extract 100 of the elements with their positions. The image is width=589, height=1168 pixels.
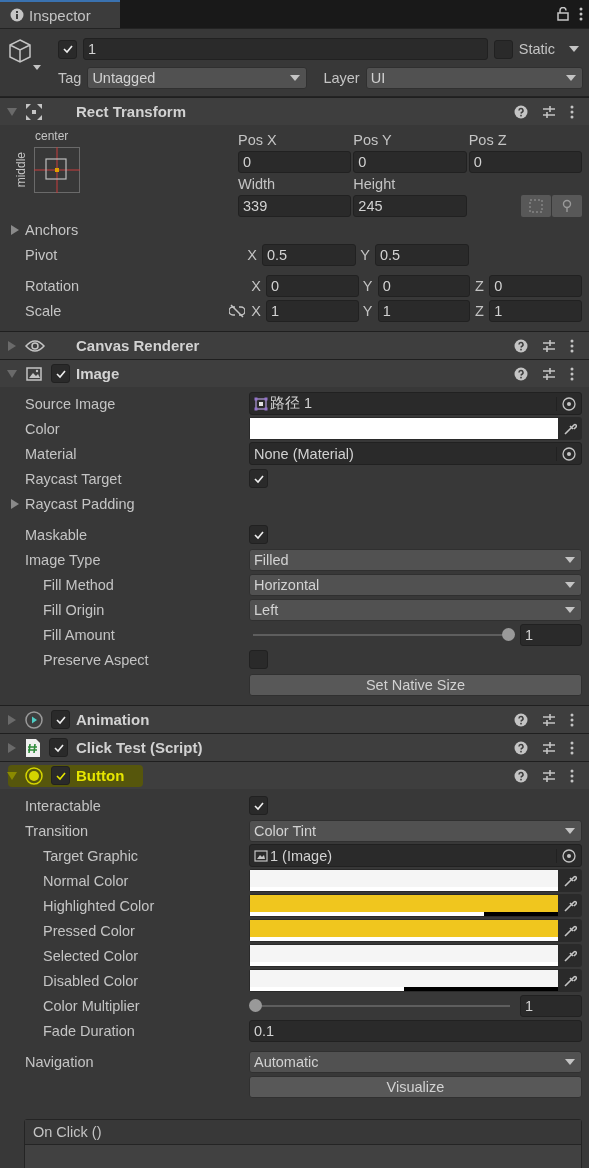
number-field[interactable]: 0 — [353, 151, 467, 173]
checkbox[interactable] — [249, 469, 268, 488]
color-swatch[interactable] — [250, 970, 558, 991]
component-header[interactable]: Button — [0, 761, 589, 789]
field-label: Width — [238, 175, 277, 194]
foldout-arrow-icon[interactable] — [10, 224, 20, 235]
more-icon[interactable] — [570, 338, 574, 353]
presets-icon[interactable] — [542, 768, 556, 783]
component-header[interactable]: Rect Transform — [0, 97, 589, 125]
action-button[interactable]: Set Native Size — [249, 673, 582, 696]
inspector-tab[interactable]: Inspector — [0, 0, 120, 28]
enabled-checkbox[interactable] — [49, 738, 68, 757]
presets-icon[interactable] — [542, 338, 556, 353]
tag-dropdown[interactable]: Untagged — [87, 67, 308, 89]
property-label: Interactable — [25, 797, 101, 814]
number-field[interactable]: 0 — [266, 274, 359, 297]
more-icon[interactable] — [570, 768, 574, 783]
component-header[interactable]: Click Test (Script) — [0, 733, 589, 761]
presets-icon[interactable] — [542, 366, 556, 381]
component-header[interactable]: Image — [0, 359, 589, 387]
number-field[interactable]: 1 — [520, 994, 582, 1017]
component-header[interactable]: Canvas Renderer — [0, 331, 589, 359]
dropdown[interactable]: Filled — [249, 548, 582, 571]
help-icon[interactable] — [514, 712, 528, 727]
number-field[interactable]: 0.5 — [262, 243, 356, 266]
active-checkbox[interactable] — [58, 39, 77, 59]
checkbox[interactable] — [249, 525, 268, 544]
help-icon[interactable] — [514, 366, 528, 381]
number-field[interactable]: 0 — [238, 151, 352, 173]
axis-label: Y — [361, 277, 374, 294]
property-label: Raycast Padding — [25, 495, 135, 512]
button-icon — [25, 766, 43, 785]
dropdown[interactable]: Horizontal — [249, 573, 582, 596]
foldout-arrow-icon[interactable] — [7, 770, 17, 781]
static-label: Static — [518, 41, 555, 57]
enabled-checkbox[interactable] — [51, 766, 70, 785]
foldout-arrow-icon[interactable] — [10, 498, 20, 509]
object-field[interactable]: 1 (Image) — [249, 844, 582, 867]
number-field[interactable]: 1 — [377, 299, 471, 322]
number-field[interactable]: 0 — [468, 151, 582, 173]
field-label: Pos Y — [353, 131, 393, 150]
property-label: Transition — [25, 822, 89, 839]
axis-label: Z — [473, 277, 485, 294]
layer-dropdown[interactable]: UI — [365, 67, 583, 89]
color-swatch[interactable] — [250, 418, 558, 439]
color-swatch[interactable] — [250, 945, 558, 966]
help-icon[interactable] — [514, 104, 528, 119]
component-title: Button — [76, 767, 125, 784]
color-swatch[interactable] — [250, 895, 558, 916]
number-field[interactable]: 0.1 — [249, 1019, 582, 1042]
lock-icon[interactable] — [557, 7, 569, 21]
number-field[interactable]: 1 — [489, 299, 582, 322]
more-icon[interactable] — [570, 104, 574, 119]
enabled-checkbox[interactable] — [51, 364, 70, 383]
menu-icon[interactable] — [579, 7, 583, 21]
unlink-icon[interactable] — [229, 303, 245, 318]
info-icon — [10, 8, 24, 22]
number-field[interactable]: 245 — [353, 195, 467, 217]
number-field[interactable]: 0 — [377, 274, 471, 297]
presets-icon[interactable] — [542, 712, 556, 727]
action-button[interactable]: Visualize — [249, 1075, 582, 1098]
more-icon[interactable] — [570, 712, 574, 727]
more-icon[interactable] — [570, 366, 574, 381]
presets-icon[interactable] — [542, 104, 556, 119]
name-field[interactable]: 1 — [83, 38, 488, 60]
help-icon[interactable] — [514, 740, 528, 755]
slider-thumb[interactable] — [502, 627, 515, 641]
number-field[interactable]: 1 — [266, 299, 359, 322]
checkbox[interactable] — [249, 796, 268, 815]
dropdown[interactable]: Automatic — [249, 1050, 582, 1073]
component-header[interactable]: Animation — [0, 705, 589, 733]
field-label: Height — [353, 175, 397, 194]
property-label: Normal Color — [43, 872, 129, 889]
more-icon[interactable] — [570, 740, 574, 755]
number-field[interactable]: 1 — [520, 623, 582, 646]
dropdown[interactable]: Color Tint — [249, 819, 582, 842]
eye-icon — [25, 338, 45, 353]
property-label: Fade Duration — [43, 1022, 135, 1039]
number-field[interactable]: 0.5 — [375, 243, 469, 266]
anchor-preset-icon[interactable] — [34, 147, 80, 193]
caret-icon — [565, 556, 575, 563]
component-title: Image — [76, 365, 120, 382]
property-label: Anchors — [25, 221, 79, 238]
help-icon[interactable] — [514, 768, 528, 783]
object-field[interactable]: None (Material) — [249, 442, 582, 465]
help-icon[interactable] — [514, 338, 528, 353]
dropdown[interactable]: Left — [249, 598, 582, 621]
object-field[interactable]: 路径 1 — [249, 392, 582, 415]
number-field[interactable]: 0 — [489, 274, 582, 297]
slider-thumb[interactable] — [249, 998, 262, 1012]
color-swatch[interactable] — [250, 870, 558, 891]
color-swatch[interactable] — [250, 920, 558, 941]
enabled-checkbox[interactable] — [51, 710, 70, 729]
script-icon — [25, 737, 41, 758]
presets-icon[interactable] — [542, 740, 556, 755]
number-field[interactable]: 339 — [238, 195, 352, 217]
property-label: Image Type — [25, 551, 101, 568]
caret-icon[interactable] — [569, 46, 579, 52]
image-icon — [25, 365, 43, 382]
component-title: Animation — [76, 711, 150, 728]
